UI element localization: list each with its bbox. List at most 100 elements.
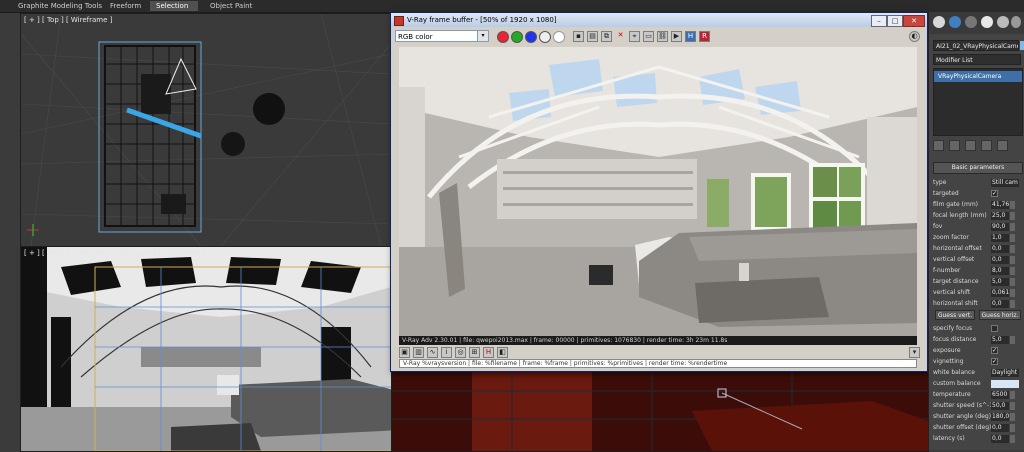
spinner-arrows-icon[interactable] [1010, 402, 1015, 410]
ribbon-tab-graphite[interactable]: Graphite Modeling Tools [12, 1, 108, 11]
spinner-arrows-icon[interactable] [1010, 391, 1015, 399]
color-correction-icon[interactable]: ▣ [399, 347, 410, 358]
region-render-icon[interactable]: ▭ [643, 31, 654, 42]
param-spinner-field[interactable]: 6500 [991, 391, 1009, 399]
ribbon-tab-freeform[interactable]: Freeform [104, 1, 147, 11]
spinner-arrows-icon[interactable] [1010, 300, 1015, 308]
camera-viewport[interactable]: [ + ] [ AI21_02_VRayPhysicalCamera01 ] [… [20, 246, 392, 452]
param-dropdown[interactable]: Still cam [991, 179, 1019, 187]
param-spinner-field[interactable]: 1,0 [991, 234, 1009, 242]
param-spinner-field[interactable]: 0,061 [991, 289, 1009, 297]
mono-mode-icon[interactable] [553, 31, 565, 43]
perspective-viewport[interactable] [391, 370, 929, 452]
remove-modifier-icon[interactable] [981, 140, 992, 151]
link-icon[interactable]: ⛓ [657, 31, 668, 42]
stamp-options-icon[interactable]: ▾ [909, 347, 920, 358]
ribbon-tab-object-paint[interactable]: Object Paint [204, 1, 258, 11]
close-button[interactable]: ✕ [903, 15, 925, 27]
param-spinner-field[interactable]: 8,0 [991, 267, 1009, 275]
vfb-history-icon[interactable]: H [685, 31, 696, 42]
clear-icon[interactable]: ✕ [615, 31, 626, 42]
modifier-stack-item[interactable]: VRayPhysicalCamera [934, 71, 1022, 82]
histogram-icon[interactable]: H [483, 347, 494, 358]
stamp-icon[interactable]: ⊞ [469, 347, 480, 358]
lens-effects-icon[interactable]: ◎ [455, 347, 466, 358]
spinner-arrows-icon[interactable] [1010, 435, 1015, 443]
modify-tab-icon[interactable] [949, 16, 961, 28]
create-tab-icon[interactable] [933, 16, 945, 28]
param-checkbox[interactable]: ✓ [991, 358, 998, 365]
show-end-result-icon[interactable] [949, 140, 960, 151]
object-name-field[interactable]: AI21_02_VRayPhysicalCamera01 [933, 40, 1019, 51]
red-channel-icon[interactable] [497, 31, 509, 43]
spinner-arrows-icon[interactable] [1010, 267, 1015, 275]
pin-stack-icon[interactable] [933, 140, 944, 151]
spinner-arrows-icon[interactable] [1010, 212, 1015, 220]
ribbon-tab-selection[interactable]: Selection [150, 1, 198, 11]
spinner-arrows-icon[interactable] [1010, 413, 1015, 421]
vfb-options-icon[interactable]: ◐ [909, 31, 920, 42]
param-checkbox[interactable]: ✓ [991, 190, 998, 197]
param-checkbox[interactable] [991, 325, 998, 332]
spinner-arrows-icon[interactable] [1010, 223, 1015, 231]
top-viewport[interactable]: [ + ] [ Top ] [ Wireframe ] [20, 13, 392, 247]
stamp-text-field[interactable]: V-Ray %vraysversion | file: %filename | … [399, 359, 917, 368]
param-spinner-field[interactable]: 50,0 [991, 402, 1009, 410]
track-mouse-icon[interactable]: ⌖ [629, 31, 640, 42]
utilities-tab-icon[interactable] [1011, 16, 1021, 28]
blue-channel-icon[interactable] [525, 31, 537, 43]
modifier-list-dropdown[interactable]: Modifier List [933, 54, 1021, 65]
top-viewport-label[interactable]: [ + ] [ Top ] [ Wireframe ] [24, 16, 112, 24]
hierarchy-tab-icon[interactable] [965, 16, 977, 28]
param-spinner-field[interactable]: 0,0 [991, 424, 1009, 432]
vray-frame-buffer-window[interactable]: V-Ray frame buffer - [50% of 1920 x 1080… [390, 12, 928, 372]
param-spinner-field[interactable]: 0,0 [991, 256, 1009, 264]
green-channel-icon[interactable] [511, 31, 523, 43]
duplicate-icon[interactable]: ⧉ [601, 31, 612, 42]
guess-horiz-button[interactable]: Guess horiz. [979, 310, 1021, 320]
levels-icon[interactable]: ▥ [413, 347, 424, 358]
param-label: zoom factor [933, 234, 969, 241]
configure-sets-icon[interactable] [997, 140, 1008, 151]
basic-parameters-rollout[interactable]: Basic parameters [933, 162, 1023, 174]
spinner-arrows-icon[interactable] [1010, 234, 1015, 242]
render-icon[interactable]: R [699, 31, 710, 42]
render-last-icon[interactable]: ▶ [671, 31, 682, 42]
param-spinner-field[interactable]: 5,0 [991, 336, 1009, 344]
param-color-swatch[interactable] [991, 380, 1019, 388]
display-tab-icon[interactable] [997, 16, 1009, 28]
spinner-arrows-icon[interactable] [1010, 256, 1015, 264]
guess-vert-button[interactable]: Guess vert. [935, 310, 975, 320]
spinner-arrows-icon[interactable] [1010, 245, 1015, 253]
channel-select[interactable]: RGB color ▾ [395, 30, 489, 42]
alpha-channel-icon[interactable] [539, 31, 551, 43]
maximize-button[interactable]: □ [887, 15, 903, 27]
param-spinner-field[interactable]: 0,0 [991, 245, 1009, 253]
param-spinner-field[interactable]: 0,0 [991, 300, 1009, 308]
save-icon[interactable]: ▪ [573, 31, 584, 42]
param-spinner-field[interactable]: 41,76 [991, 201, 1009, 209]
vfb-title: V-Ray frame buffer - [50% of 1920 x 1080… [407, 16, 557, 24]
lut-icon[interactable]: ◧ [497, 347, 508, 358]
motion-tab-icon[interactable] [981, 16, 993, 28]
spinner-arrows-icon[interactable] [1010, 278, 1015, 286]
param-spinner-field[interactable]: 180,0 [991, 413, 1009, 421]
spinner-arrows-icon[interactable] [1010, 336, 1015, 344]
param-dropdown[interactable]: Daylight [991, 369, 1019, 377]
minimize-button[interactable]: – [871, 15, 887, 27]
object-color-swatch[interactable] [1020, 41, 1024, 50]
make-unique-icon[interactable] [965, 140, 976, 151]
param-spinner-field[interactable]: 25,0 [991, 212, 1009, 220]
param-checkbox[interactable]: ✓ [991, 347, 998, 354]
spinner-arrows-icon[interactable] [1010, 424, 1015, 432]
curves-icon[interactable]: ∿ [427, 347, 438, 358]
spinner-arrows-icon[interactable] [1010, 201, 1015, 209]
spinner-arrows-icon[interactable] [1010, 289, 1015, 297]
param-spinner-field[interactable]: 90,0 [991, 223, 1009, 231]
param-spinner-field[interactable]: 0,0 [991, 435, 1009, 443]
info-icon[interactable]: i [441, 347, 452, 358]
param-spinner-field[interactable]: 5,0 [991, 278, 1009, 286]
vfb-titlebar[interactable]: V-Ray frame buffer - [50% of 1920 x 1080… [391, 13, 927, 27]
load-icon[interactable]: ▤ [587, 31, 598, 42]
camera-viewport-label[interactable]: [ + ] [ AI21_02_VRayPhysicalCamera01 ] [… [24, 249, 205, 257]
